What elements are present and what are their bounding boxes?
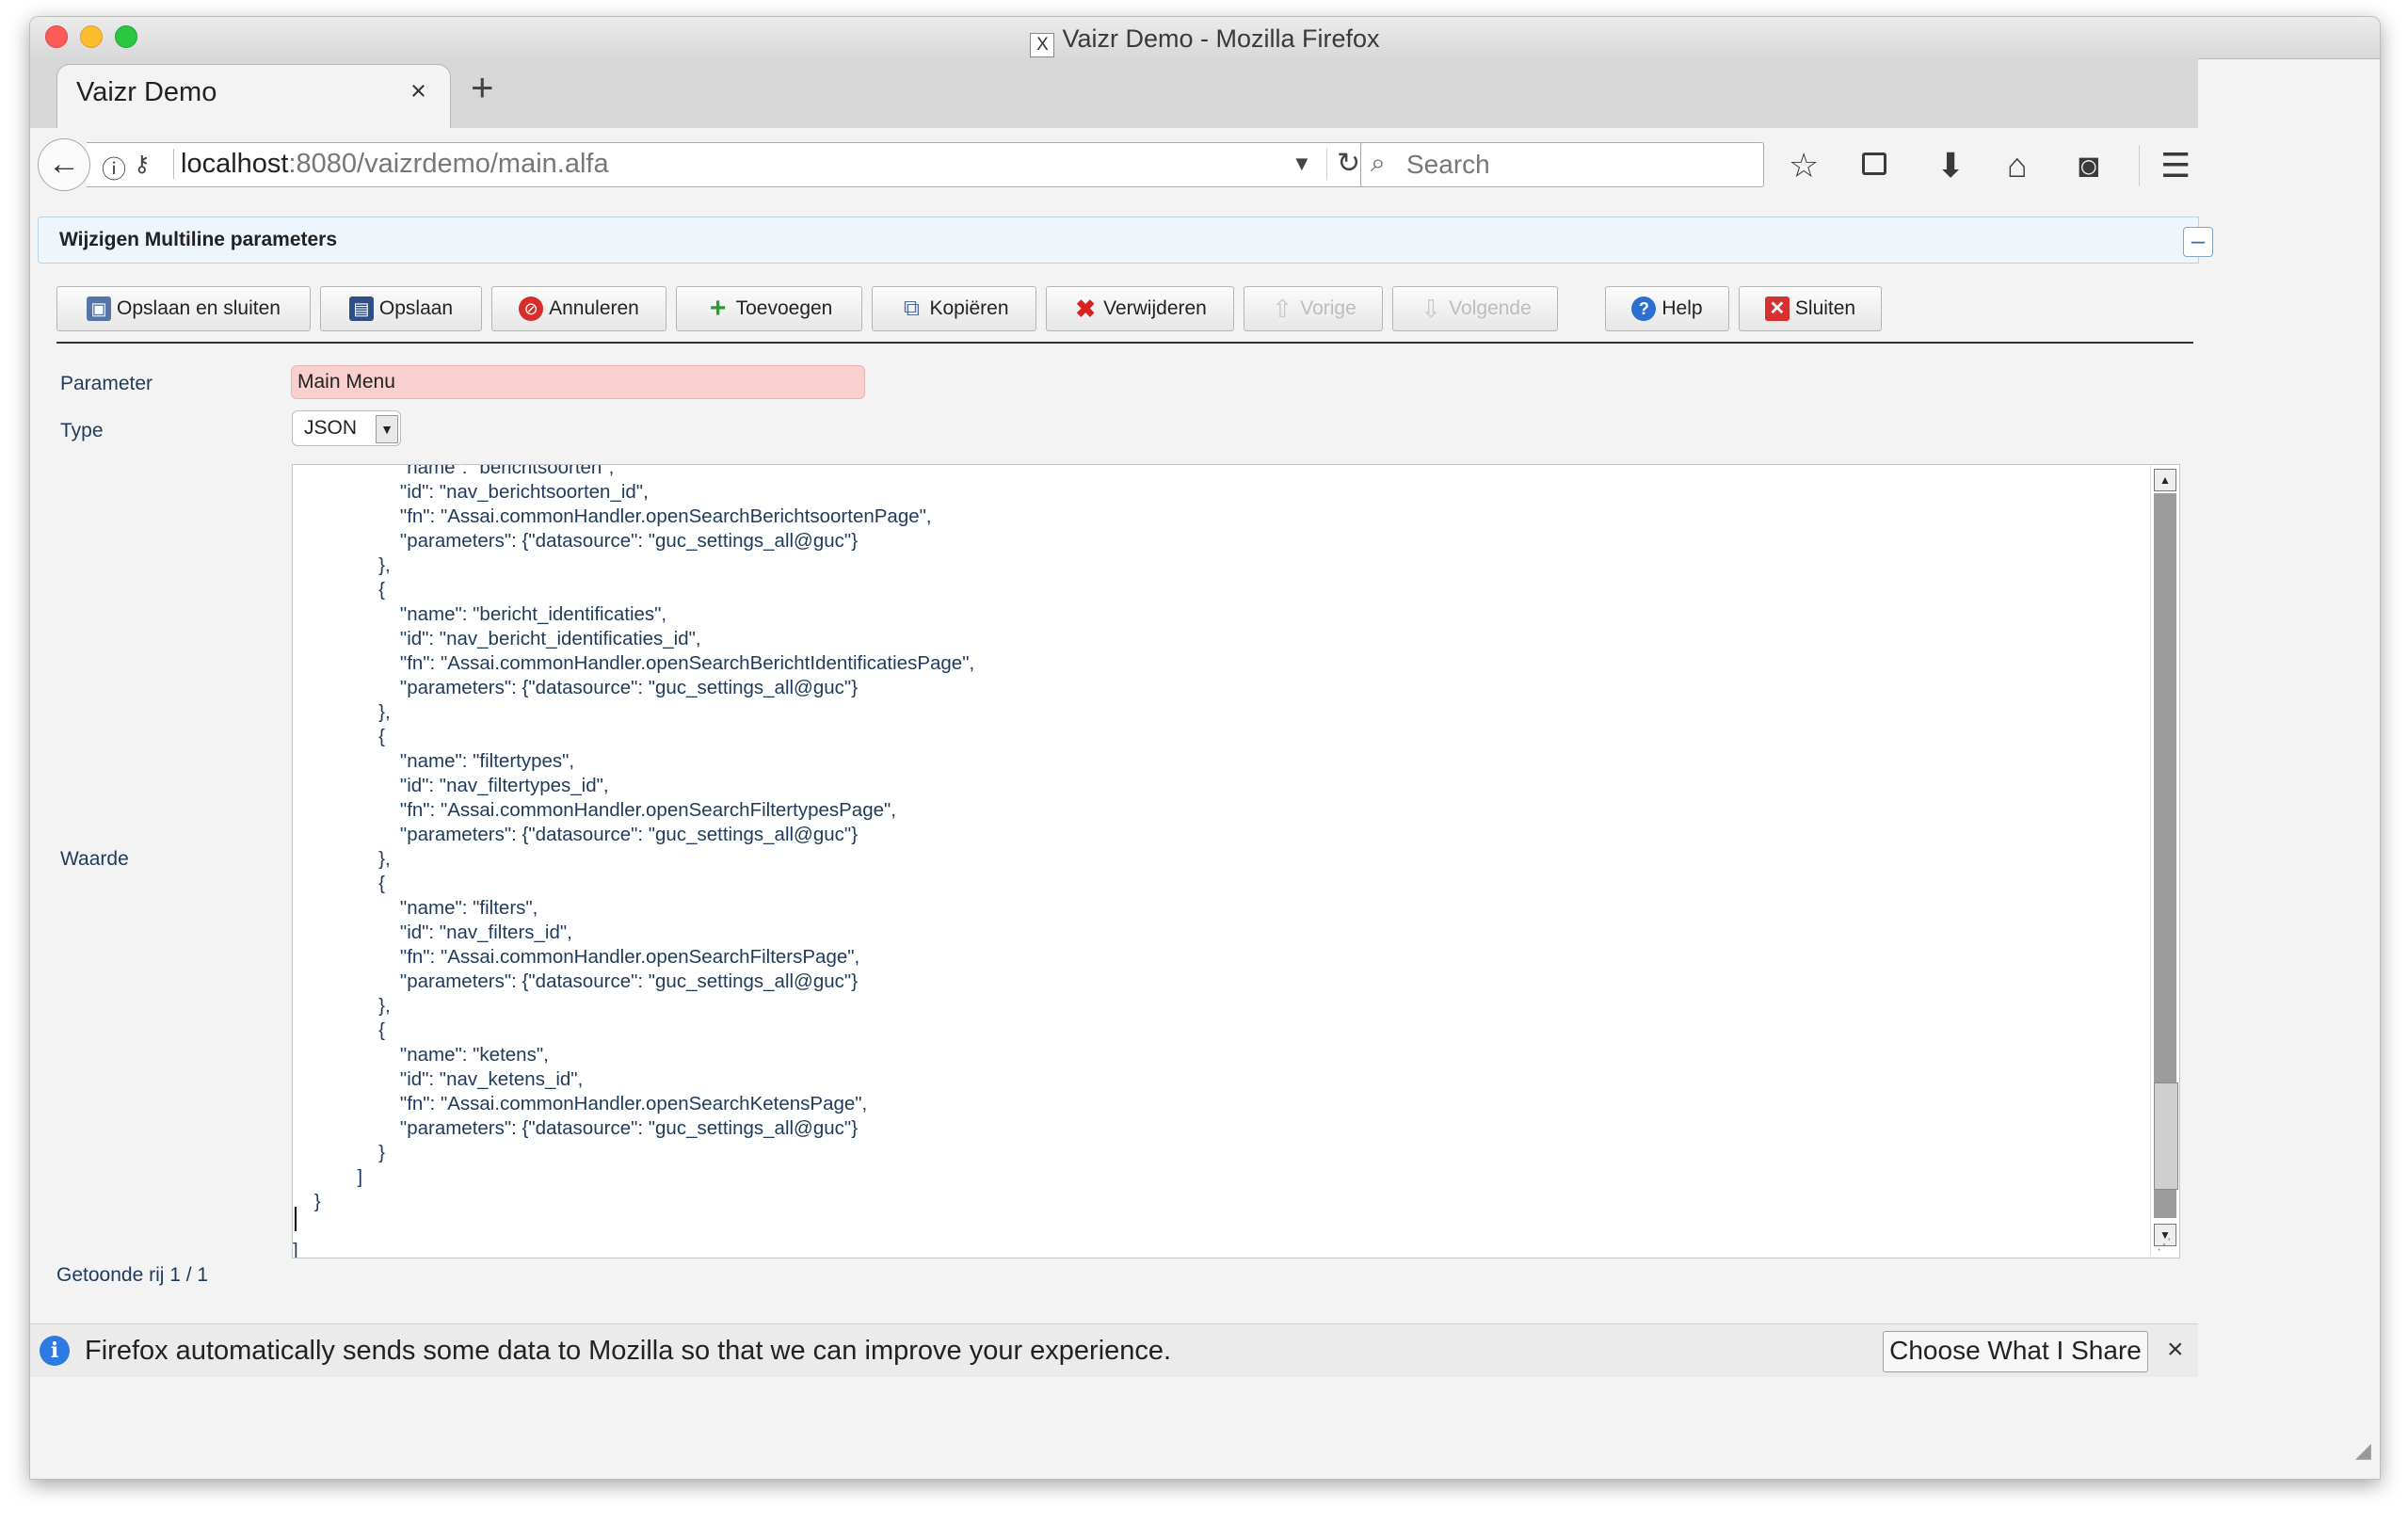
parameter-label: Parameter bbox=[60, 373, 153, 394]
row-counter: Getoonde rij 1 / 1 bbox=[56, 1264, 209, 1286]
previous-label: Vorige bbox=[1300, 297, 1357, 319]
choose-what-i-share-button[interactable]: Choose What I Share bbox=[1883, 1331, 2148, 1372]
help-icon: ? bbox=[1631, 297, 1657, 321]
cancel-icon: ⊘ bbox=[519, 297, 544, 321]
bookmark-star-icon[interactable]: ☆ bbox=[1789, 149, 1819, 183]
delete-icon: ✖ bbox=[1075, 295, 1097, 323]
dropdown-arrow-icon[interactable]: ▼ bbox=[1292, 152, 1312, 176]
save-button[interactable]: ▤ Opslaan bbox=[320, 286, 482, 331]
waarde-label: Waarde bbox=[60, 848, 129, 870]
reload-icon[interactable]: ↻ bbox=[1337, 147, 1360, 180]
chevron-down-icon[interactable]: ▼ bbox=[376, 415, 398, 443]
add-label: Toevoegen bbox=[735, 297, 833, 319]
close-button[interactable]: ✕ Sluiten bbox=[1739, 286, 1882, 331]
toolbar-divider bbox=[2139, 145, 2140, 186]
text-cursor bbox=[295, 1207, 297, 1231]
scroll-up-icon[interactable]: ▲ bbox=[2154, 469, 2176, 491]
window-title-text: Vaizr Demo - Mozilla Firefox bbox=[1062, 24, 1380, 53]
pocket-icon[interactable]: ◙ bbox=[2079, 149, 2099, 183]
panel-header: Wijzigen Multiline parameters – bbox=[38, 216, 2213, 264]
action-toolbar: ▣ Opslaan en sluiten ▤ Opslaan ⊘ Annuleren … bbox=[56, 276, 2193, 344]
cancel-label: Annuleren bbox=[549, 297, 639, 319]
notification-text: Firefox automatically sends some data to… bbox=[85, 1336, 1172, 1366]
menu-icon[interactable]: ☰ bbox=[2160, 149, 2191, 183]
delete-label: Verwijderen bbox=[1103, 297, 1207, 319]
add-button[interactable]: + Toevoegen bbox=[676, 286, 862, 331]
title-bar: X Vaizr Demo - Mozilla Firefox bbox=[30, 17, 2380, 59]
url-divider bbox=[173, 149, 174, 179]
help-label: Help bbox=[1662, 297, 1703, 319]
collapse-button[interactable]: – bbox=[2183, 227, 2213, 257]
panel-title: Wijzigen Multiline parameters bbox=[59, 229, 338, 250]
home-icon[interactable]: ⌂ bbox=[2007, 149, 2028, 183]
url-divider-2 bbox=[1326, 149, 1327, 179]
previous-button[interactable]: ⇧ Vorige bbox=[1244, 286, 1383, 331]
search-input[interactable]: ⌕ Search bbox=[1360, 142, 1764, 187]
tab-close-icon[interactable]: × bbox=[410, 76, 426, 107]
next-label: Volgende bbox=[1449, 297, 1532, 319]
info-circle-icon: i bbox=[40, 1336, 70, 1366]
parameter-input[interactable]: Main Menu bbox=[291, 365, 865, 399]
search-icon: ⌕ bbox=[1371, 148, 1386, 177]
cancel-button[interactable]: ⊘ Annuleren bbox=[491, 286, 666, 331]
back-button[interactable]: ← bbox=[38, 138, 90, 191]
waarde-textarea[interactable]: "name": "berichtsoorten", "id": "nav_ber… bbox=[292, 464, 2180, 1258]
notification-bar: i Firefox automatically sends some data … bbox=[30, 1323, 2198, 1377]
waarde-code: "name": "berichtsoorten", "id": "nav_ber… bbox=[293, 464, 975, 1258]
type-select[interactable]: JSON ▼ bbox=[292, 410, 401, 446]
page-content: Wijzigen Multiline parameters – ▣ Opslaan… bbox=[30, 205, 2213, 1335]
delete-button[interactable]: ✖ Verwijderen bbox=[1046, 286, 1234, 331]
browser-window: X Vaizr Demo - Mozilla Firefox Vaizr Demo… bbox=[29, 16, 2381, 1480]
copy-button[interactable]: ⧉ Kopiëren bbox=[872, 286, 1036, 331]
notification-close-icon[interactable]: × bbox=[2167, 1334, 2184, 1366]
help-button[interactable]: ? Help bbox=[1605, 286, 1729, 331]
vertical-scrollbar[interactable]: ▲ ▼ bbox=[2150, 465, 2179, 1256]
tab-strip: Vaizr Demo × + bbox=[30, 58, 2198, 129]
arrow-up-icon: ⇧ bbox=[1272, 295, 1293, 323]
new-tab-button[interactable]: + bbox=[471, 68, 494, 107]
save-and-close-label: Opslaan en sluiten bbox=[117, 297, 281, 319]
window-title: X Vaizr Demo - Mozilla Firefox bbox=[30, 24, 2380, 57]
navigation-bar: ⓘ ⚷ localhost:8080/vaizrdemo/main.alfa ▼… bbox=[30, 128, 2198, 206]
info-icon[interactable]: ⓘ bbox=[102, 151, 126, 185]
type-label: Type bbox=[60, 420, 104, 441]
copy-label: Kopiëren bbox=[929, 297, 1009, 319]
tab-vaizr-demo[interactable]: Vaizr Demo × bbox=[56, 64, 451, 129]
save-close-icon: ▣ bbox=[87, 297, 112, 321]
close-label: Sluiten bbox=[1794, 297, 1856, 319]
search-placeholder: Search bbox=[1406, 150, 1490, 179]
type-select-value: JSON bbox=[304, 417, 358, 439]
save-and-close-button[interactable]: ▣ Opslaan en sluiten bbox=[56, 286, 311, 331]
tab-title: Vaizr Demo bbox=[76, 77, 217, 107]
next-button[interactable]: ⇩ Volgende bbox=[1392, 286, 1558, 331]
key-icon[interactable]: ⚷ bbox=[134, 151, 151, 178]
window-resize-grip-icon[interactable]: ◢ bbox=[2355, 1438, 2371, 1463]
save-label: Opslaan bbox=[378, 297, 454, 319]
resize-grip-icon[interactable]: ⋰ bbox=[2157, 1235, 2172, 1254]
close-icon: ✕ bbox=[1764, 297, 1790, 321]
reading-list-icon[interactable] bbox=[1862, 152, 1886, 175]
scroll-thumb[interactable] bbox=[2154, 1082, 2178, 1190]
download-icon[interactable]: ⬇ bbox=[1936, 149, 1965, 183]
url-host: localhost bbox=[181, 149, 289, 179]
copy-icon: ⧉ bbox=[903, 296, 921, 321]
url-path: :8080/vaizrdemo/main.alfa bbox=[288, 149, 609, 179]
x-app-icon: X bbox=[1030, 33, 1055, 57]
floppy-icon: ▤ bbox=[348, 297, 374, 321]
url-bar[interactable]: ⓘ ⚷ localhost:8080/vaizrdemo/main.alfa ▼… bbox=[87, 142, 1374, 187]
arrow-down-icon: ⇩ bbox=[1421, 295, 1442, 323]
plus-icon: + bbox=[709, 293, 727, 324]
url-text[interactable]: localhost:8080/vaizrdemo/main.alfa bbox=[181, 149, 609, 180]
